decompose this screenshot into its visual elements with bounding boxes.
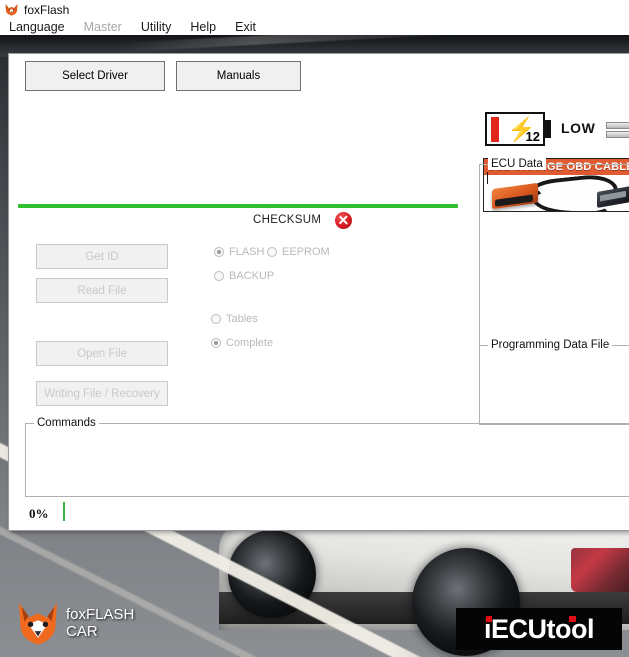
window-title: foxFlash	[24, 2, 70, 17]
menu-item-language[interactable]: Language	[0, 19, 75, 35]
checksum-status: CHECKSUM	[253, 209, 373, 231]
open-file-button[interactable]: Open File	[36, 341, 168, 366]
progress-percent-marker	[63, 502, 65, 521]
get-id-button[interactable]: Get ID	[36, 244, 168, 269]
battery-terminal	[545, 120, 551, 138]
radio-tables-label: Tables	[226, 313, 258, 325]
signal-level-label: LOW	[561, 120, 596, 136]
vendor-logo-part-t: t	[546, 613, 556, 644]
product-name-line2: CAR	[66, 623, 98, 640]
programming-data-file-label: Programming Data File	[488, 339, 613, 351]
checksum-label: CHECKSUM	[253, 214, 322, 226]
commands-group: Commands	[25, 417, 629, 497]
signal-bars-icon	[606, 122, 629, 140]
radio-backup-indicator	[214, 271, 224, 281]
fox-head-logo	[16, 600, 60, 646]
vendor-logo-part-ecu: ECU	[491, 613, 547, 644]
title-bar: foxFlash	[0, 0, 629, 19]
car-tail-light	[571, 548, 629, 592]
battery-voltage-value: 12	[525, 129, 540, 144]
vendor-logo-dot-i	[485, 615, 492, 622]
radio-backup[interactable]: BACKUP	[214, 270, 274, 282]
radio-complete[interactable]: Complete	[211, 337, 273, 349]
fox-icon	[4, 3, 19, 16]
menu-item-help[interactable]: Help	[181, 19, 226, 35]
radio-eeprom-indicator	[267, 247, 277, 257]
read-file-button[interactable]: Read File	[36, 278, 168, 303]
menu-item-master[interactable]: Master	[75, 19, 132, 35]
radio-eeprom[interactable]: EEPROM	[267, 246, 330, 258]
vendor-logo-text: iECUtool	[484, 613, 595, 645]
main-panel: Select Driver Manuals CHECKSUM Get ID Re…	[8, 53, 629, 531]
ecu-data-text-caret	[487, 172, 488, 184]
menu-item-utility[interactable]: Utility	[132, 19, 182, 35]
error-circle-x-icon	[335, 211, 353, 229]
radio-flash-label: FLASH	[229, 246, 265, 258]
radio-eeprom-label: EEPROM	[282, 246, 330, 258]
ecu-data-group: ECU Data	[479, 158, 629, 346]
battery-bolt-icon: ⚡	[507, 116, 536, 142]
select-driver-button[interactable]: Select Driver	[25, 61, 165, 91]
radio-tables-indicator	[211, 314, 221, 324]
commands-label: Commands	[34, 417, 99, 429]
menu-item-exit[interactable]: Exit	[226, 19, 266, 35]
battery-indicator: ⚡ 12	[485, 112, 545, 146]
radio-flash[interactable]: FLASH	[214, 246, 264, 258]
ecu-data-label: ECU Data	[488, 158, 546, 170]
radio-complete-label: Complete	[226, 337, 274, 349]
programming-data-file-group: Programming Data File	[479, 339, 629, 425]
radio-complete-indicator	[211, 338, 221, 348]
product-branding: foxFLASH CAR	[66, 606, 134, 640]
writing-file-recovery-button[interactable]: Writing File / Recovery	[36, 381, 168, 406]
radio-tables[interactable]: Tables	[211, 313, 258, 325]
vendor-logo: iECUtool	[456, 608, 622, 650]
battery-level-bar	[491, 117, 499, 142]
product-name-line1: foxFLASH	[66, 606, 135, 623]
progress-percent-value: 0%	[29, 506, 49, 521]
radio-backup-label: BACKUP	[229, 270, 275, 282]
vendor-logo-dot-t	[568, 615, 576, 622]
manuals-button[interactable]: Manuals	[176, 61, 301, 91]
progress-bar-track	[18, 204, 458, 208]
menu-bar[interactable]: Language Master Utility Help Exit	[0, 19, 629, 35]
radio-flash-indicator	[214, 247, 224, 257]
